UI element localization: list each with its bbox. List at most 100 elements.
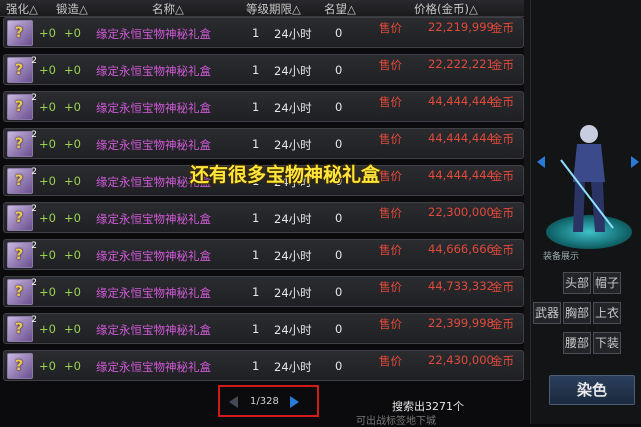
forge-value: +0 xyxy=(64,322,81,336)
gift-box-icon[interactable]: ? 2 xyxy=(7,315,37,342)
page-indicator: 1/328 xyxy=(250,396,279,407)
gift-box-icon[interactable]: ? 2 xyxy=(7,56,37,83)
currency-label: 金币 xyxy=(491,243,514,257)
sell-label: 售价 xyxy=(379,95,402,109)
currency-label: 金币 xyxy=(491,206,514,220)
forge-value: +0 xyxy=(64,100,81,114)
table-row[interactable]: ? 2 +0 +0 缘定永恒宝物神秘礼盒 1 24小时 0 售价 22,300,0… xyxy=(3,202,524,233)
character-preview-panel: 装备展示 头部 帽子 武器 胸部 上衣 腰部 下装 染色 xyxy=(530,0,641,424)
item-price: 44,733,332 xyxy=(428,279,494,293)
table-row[interactable]: ? 2 +0 +0 缘定永恒宝物神秘礼盒 1 24小时 0 售价 44,733,3… xyxy=(3,276,524,307)
item-price: 44,444,444 xyxy=(428,94,494,108)
item-level: 1 xyxy=(252,322,260,336)
reinforce-value: +0 xyxy=(39,63,56,77)
item-price: 22,222,221 xyxy=(428,57,494,71)
item-price: 44,666,666 xyxy=(428,242,494,256)
item-term: 24小时 xyxy=(274,64,312,78)
item-term: 24小时 xyxy=(274,101,312,115)
sell-label: 售价 xyxy=(379,206,402,220)
item-name: 缘定永恒宝物神秘礼盒 xyxy=(96,212,211,226)
footer-hint: 可出战标签地下城 xyxy=(356,416,436,427)
gift-box-icon[interactable]: ? 2 xyxy=(7,130,37,157)
item-name: 缘定永恒宝物神秘礼盒 xyxy=(96,64,211,78)
item-name: 缘定永恒宝物神秘礼盒 xyxy=(96,249,211,263)
slot-bottom[interactable]: 下装 xyxy=(593,332,621,354)
currency-label: 金币 xyxy=(491,317,514,331)
col-forge[interactable]: 锻造△ xyxy=(56,1,88,17)
table-row[interactable]: ? 2 +0 +0 缘定永恒宝物神秘礼盒 1 24小时 0 售价 44,666,6… xyxy=(3,239,524,270)
col-fame[interactable]: 名望△ xyxy=(324,1,356,17)
item-fame: 0 xyxy=(335,285,343,299)
item-term: 24小时 xyxy=(274,360,312,374)
table-row[interactable]: ? +0 +0 缘定永恒宝物神秘礼盒 1 24小时 0 售价 22,219,99… xyxy=(3,17,524,48)
currency-label: 金币 xyxy=(491,132,514,146)
table-row[interactable]: ? 2 +0 +0 缘定永恒宝物神秘礼盒 1 24小时 0 售价 22,222,2… xyxy=(3,54,524,85)
reinforce-value: +0 xyxy=(39,26,56,40)
item-term: 24小时 xyxy=(274,138,312,152)
item-level: 1 xyxy=(252,26,260,40)
slot-hat[interactable]: 帽子 xyxy=(593,272,621,294)
gift-box-icon[interactable]: ? 2 xyxy=(7,204,37,231)
col-reinforce[interactable]: 强化△ xyxy=(6,1,38,17)
reinforce-value: +0 xyxy=(39,248,56,262)
sell-label: 售价 xyxy=(379,21,402,35)
next-page-arrow-icon[interactable] xyxy=(290,396,299,408)
gift-box-icon[interactable]: ? 2 xyxy=(7,93,37,120)
forge-value: +0 xyxy=(64,211,81,225)
forge-value: +0 xyxy=(64,285,81,299)
item-price: 22,399,998 xyxy=(428,316,494,330)
reinforce-value: +0 xyxy=(39,100,56,114)
item-term: 24小时 xyxy=(274,286,312,300)
slot-top[interactable]: 上衣 xyxy=(593,302,621,324)
rotate-right-arrow-icon[interactable] xyxy=(631,156,639,168)
item-price: 44,444,444 xyxy=(428,168,494,182)
prev-page-arrow-icon[interactable] xyxy=(229,396,238,408)
gift-box-icon[interactable]: ? 2 xyxy=(7,278,37,305)
currency-label: 金币 xyxy=(491,58,514,72)
currency-label: 金币 xyxy=(491,95,514,109)
item-name: 缘定永恒宝物神秘礼盒 xyxy=(96,286,211,300)
table-row[interactable]: ? +0 +0 缘定永恒宝物神秘礼盒 1 24小时 0 售价 22,430,00… xyxy=(3,350,524,381)
col-price[interactable]: 价格(金币)△ xyxy=(414,1,478,17)
item-name: 缘定永恒宝物神秘礼盒 xyxy=(96,101,211,115)
forge-value: +0 xyxy=(64,137,81,151)
item-level: 1 xyxy=(252,100,260,114)
slot-head[interactable]: 头部 xyxy=(563,272,591,294)
item-level: 1 xyxy=(252,248,260,262)
reinforce-value: +0 xyxy=(39,211,56,225)
item-fame: 0 xyxy=(335,359,343,373)
dye-button[interactable]: 染色 xyxy=(549,375,635,405)
col-name[interactable]: 名称△ xyxy=(152,1,184,17)
sell-label: 售价 xyxy=(379,354,402,368)
item-price: 22,300,000 xyxy=(428,205,494,219)
slot-weapon[interactable]: 武器 xyxy=(533,302,561,324)
item-name: 缘定永恒宝物神秘礼盒 xyxy=(96,360,211,374)
gift-box-icon[interactable]: ? 2 xyxy=(7,241,37,268)
item-name: 缘定永恒宝物神秘礼盒 xyxy=(96,27,211,41)
item-term: 24小时 xyxy=(274,249,312,263)
currency-label: 金币 xyxy=(491,354,514,368)
table-row[interactable]: ? 2 +0 +0 缘定永恒宝物神秘礼盒 1 24小时 0 售价 44,444,4… xyxy=(3,128,524,159)
sell-label: 售价 xyxy=(379,58,402,72)
item-level: 1 xyxy=(252,285,260,299)
item-fame: 0 xyxy=(335,63,343,77)
slot-waist[interactable]: 腰部 xyxy=(563,332,591,354)
slot-chest[interactable]: 胸部 xyxy=(563,302,591,324)
reinforce-value: +0 xyxy=(39,359,56,373)
col-level-term[interactable]: 等级期限△ xyxy=(246,1,301,17)
table-row[interactable]: ? 2 +0 +0 缘定永恒宝物神秘礼盒 1 24小时 0 售价 22,399,9… xyxy=(3,313,524,344)
table-row[interactable]: ? 2 +0 +0 缘定永恒宝物神秘礼盒 1 24小时 0 售价 44,444,4… xyxy=(3,91,524,122)
character-figure-icon xyxy=(560,125,614,232)
gift-box-icon[interactable]: ? xyxy=(7,353,33,379)
forge-value: +0 xyxy=(64,248,81,262)
sell-label: 售价 xyxy=(379,132,402,146)
rotate-left-arrow-icon[interactable] xyxy=(537,156,545,168)
gift-box-icon[interactable]: ? 2 xyxy=(7,167,37,194)
item-term: 24小时 xyxy=(274,323,312,337)
reinforce-value: +0 xyxy=(39,322,56,336)
item-fame: 0 xyxy=(335,211,343,225)
item-fame: 0 xyxy=(335,100,343,114)
sell-label: 售价 xyxy=(379,317,402,331)
gift-box-icon[interactable]: ? xyxy=(7,20,33,46)
sell-label: 售价 xyxy=(379,243,402,257)
